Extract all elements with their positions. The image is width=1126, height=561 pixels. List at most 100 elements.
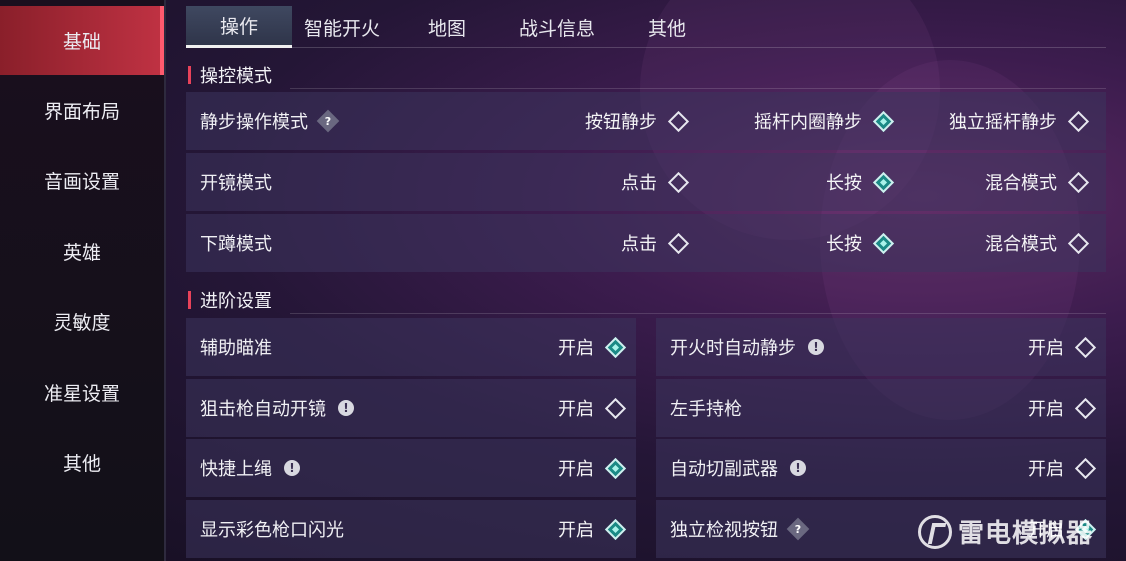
watermark: 雷电模拟器	[918, 513, 1093, 550]
tab[interactable]: 地图	[392, 6, 502, 48]
sidebar-item[interactable]: 其他	[0, 428, 164, 499]
toggle-option[interactable]: 开启	[558, 455, 627, 481]
info-icon[interactable]: !	[790, 460, 806, 476]
setting-label: 自动切副武器!	[670, 455, 806, 481]
radio-diamond-selected-icon	[872, 171, 895, 193]
mode-option[interactable]: 混合模式	[985, 230, 1090, 256]
setting-label: 开火时自动静步!	[670, 334, 824, 360]
toggle-option[interactable]: 开启	[558, 334, 627, 360]
sidebar-item[interactable]: 音画设置	[0, 146, 164, 217]
mode-option-label: 混合模式	[985, 234, 1057, 255]
toggle-option-label: 开启	[1028, 399, 1064, 420]
radio-diamond-icon	[1074, 457, 1097, 479]
radio-diamond-icon	[604, 397, 627, 419]
radio-diamond-selected-icon	[872, 232, 895, 254]
setting-label-text: 快捷上绳	[200, 459, 272, 480]
setting-label-text: 开火时自动静步	[670, 338, 796, 359]
toggle-row: 辅助瞄准 开启	[186, 318, 636, 376]
mode-option[interactable]: 点击	[621, 230, 690, 256]
mode-option[interactable]: 点击	[621, 169, 690, 195]
mode-option[interactable]: 独立摇杆静步	[949, 108, 1090, 134]
toggle-row: 左手持枪 开启	[656, 379, 1106, 437]
toggle-option-label: 开启	[558, 520, 594, 541]
toggle-option-label: 开启	[1028, 459, 1064, 480]
mode-option-label: 点击	[621, 173, 657, 194]
setting-label-text: 左手持枪	[670, 399, 742, 420]
sidebar-item[interactable]: 界面布局	[0, 75, 164, 146]
setting-label-text: 显示彩色枪口闪光	[200, 520, 344, 541]
tab[interactable]: 其他	[612, 6, 722, 48]
setting-row: 下蹲模式 混合模式 长按 点击	[186, 214, 1106, 272]
ldplayer-logo-icon	[918, 514, 952, 549]
radio-diamond-icon	[1067, 232, 1090, 254]
sidebar-item[interactable]: 准星设置	[0, 357, 164, 428]
toggle-row: 自动切副武器! 开启	[656, 439, 1106, 497]
setting-label: 快捷上绳!	[200, 455, 300, 481]
radio-diamond-icon	[667, 171, 690, 193]
setting-label: 狙击枪自动开镜!	[200, 395, 354, 421]
mode-option-label: 点击	[621, 234, 657, 255]
toggle-option-label: 开启	[558, 399, 594, 420]
radio-diamond-selected-icon	[604, 336, 627, 358]
mode-option[interactable]: 混合模式	[985, 169, 1090, 195]
mode-option-label: 摇杆内圈静步	[754, 112, 862, 133]
sidebar-item[interactable]: 英雄	[0, 216, 164, 287]
tab[interactable]: 操作	[186, 6, 292, 48]
question-icon[interactable]: ?	[316, 109, 340, 133]
mode-option[interactable]: 长按	[826, 169, 895, 195]
toggle-option[interactable]: 开启	[1028, 395, 1097, 421]
watermark-text: 雷电模拟器	[958, 519, 1094, 549]
mode-option-label: 长按	[826, 234, 862, 255]
toggle-option[interactable]: 开启	[558, 395, 627, 421]
radio-diamond-selected-icon	[604, 518, 627, 540]
setting-label: 静步操作模式?	[200, 108, 340, 134]
radio-diamond-selected-icon	[872, 110, 895, 132]
toggle-option[interactable]: 开启	[1028, 334, 1097, 360]
section-divider	[290, 313, 1106, 314]
toggle-option-label: 开启	[1028, 338, 1064, 359]
tab[interactable]: 战斗信息	[502, 6, 612, 48]
setting-label-text: 自动切副武器	[670, 459, 778, 480]
setting-label: 下蹲模式	[200, 230, 272, 256]
toggle-row: 快捷上绳! 开启	[186, 439, 636, 497]
radio-diamond-icon	[1067, 110, 1090, 132]
sidebar-item[interactable]: 基础	[0, 6, 164, 75]
question-icon[interactable]: ?	[786, 517, 810, 541]
radio-diamond-selected-icon	[604, 457, 627, 479]
section-title-advanced: 进阶设置	[188, 287, 272, 313]
toggle-option[interactable]: 开启	[1028, 455, 1097, 481]
setting-row: 静步操作模式? 独立摇杆静步 摇杆内圈静步 按钮静步	[186, 92, 1106, 150]
info-icon[interactable]: !	[284, 460, 300, 476]
mode-option-label: 按钮静步	[585, 112, 657, 133]
toggle-option-label: 开启	[558, 459, 594, 480]
mode-option[interactable]: 摇杆内圈静步	[754, 108, 895, 134]
info-icon[interactable]: !	[808, 339, 824, 355]
setting-label-text: 开镜模式	[200, 173, 272, 194]
toggle-row: 显示彩色枪口闪光 开启	[186, 500, 636, 558]
radio-diamond-icon	[1074, 397, 1097, 419]
setting-label-text: 辅助瞄准	[200, 338, 272, 359]
info-icon[interactable]: !	[338, 400, 354, 416]
setting-label: 开镜模式	[200, 169, 272, 195]
radio-diamond-icon	[667, 110, 690, 132]
sidebar-item[interactable]: 灵敏度	[0, 287, 164, 358]
toggle-row: 开火时自动静步! 开启	[656, 318, 1106, 376]
section-divider	[290, 88, 1106, 89]
setting-label-text: 下蹲模式	[200, 234, 272, 255]
sidebar: 基础 界面布局 音画设置 英雄 灵敏度 准星设置 其他	[0, 0, 166, 561]
radio-diamond-icon	[1074, 336, 1097, 358]
setting-label: 左手持枪	[670, 395, 742, 421]
toggle-row: 狙击枪自动开镜! 开启	[186, 379, 636, 437]
mode-option-label: 长按	[826, 173, 862, 194]
setting-label: 显示彩色枪口闪光	[200, 516, 344, 542]
setting-row: 开镜模式 混合模式 长按 点击	[186, 153, 1106, 211]
tab-bar: 操作 智能开火 地图 战斗信息 其他	[186, 6, 1106, 48]
toggle-option-label: 开启	[558, 338, 594, 359]
setting-label: 辅助瞄准	[200, 334, 272, 360]
section-title-control-mode: 操控模式	[188, 62, 272, 88]
mode-option[interactable]: 长按	[826, 230, 895, 256]
radio-diamond-icon	[667, 232, 690, 254]
mode-option[interactable]: 按钮静步	[585, 108, 690, 134]
toggle-option[interactable]: 开启	[558, 516, 627, 542]
tab[interactable]: 智能开火	[292, 6, 392, 48]
